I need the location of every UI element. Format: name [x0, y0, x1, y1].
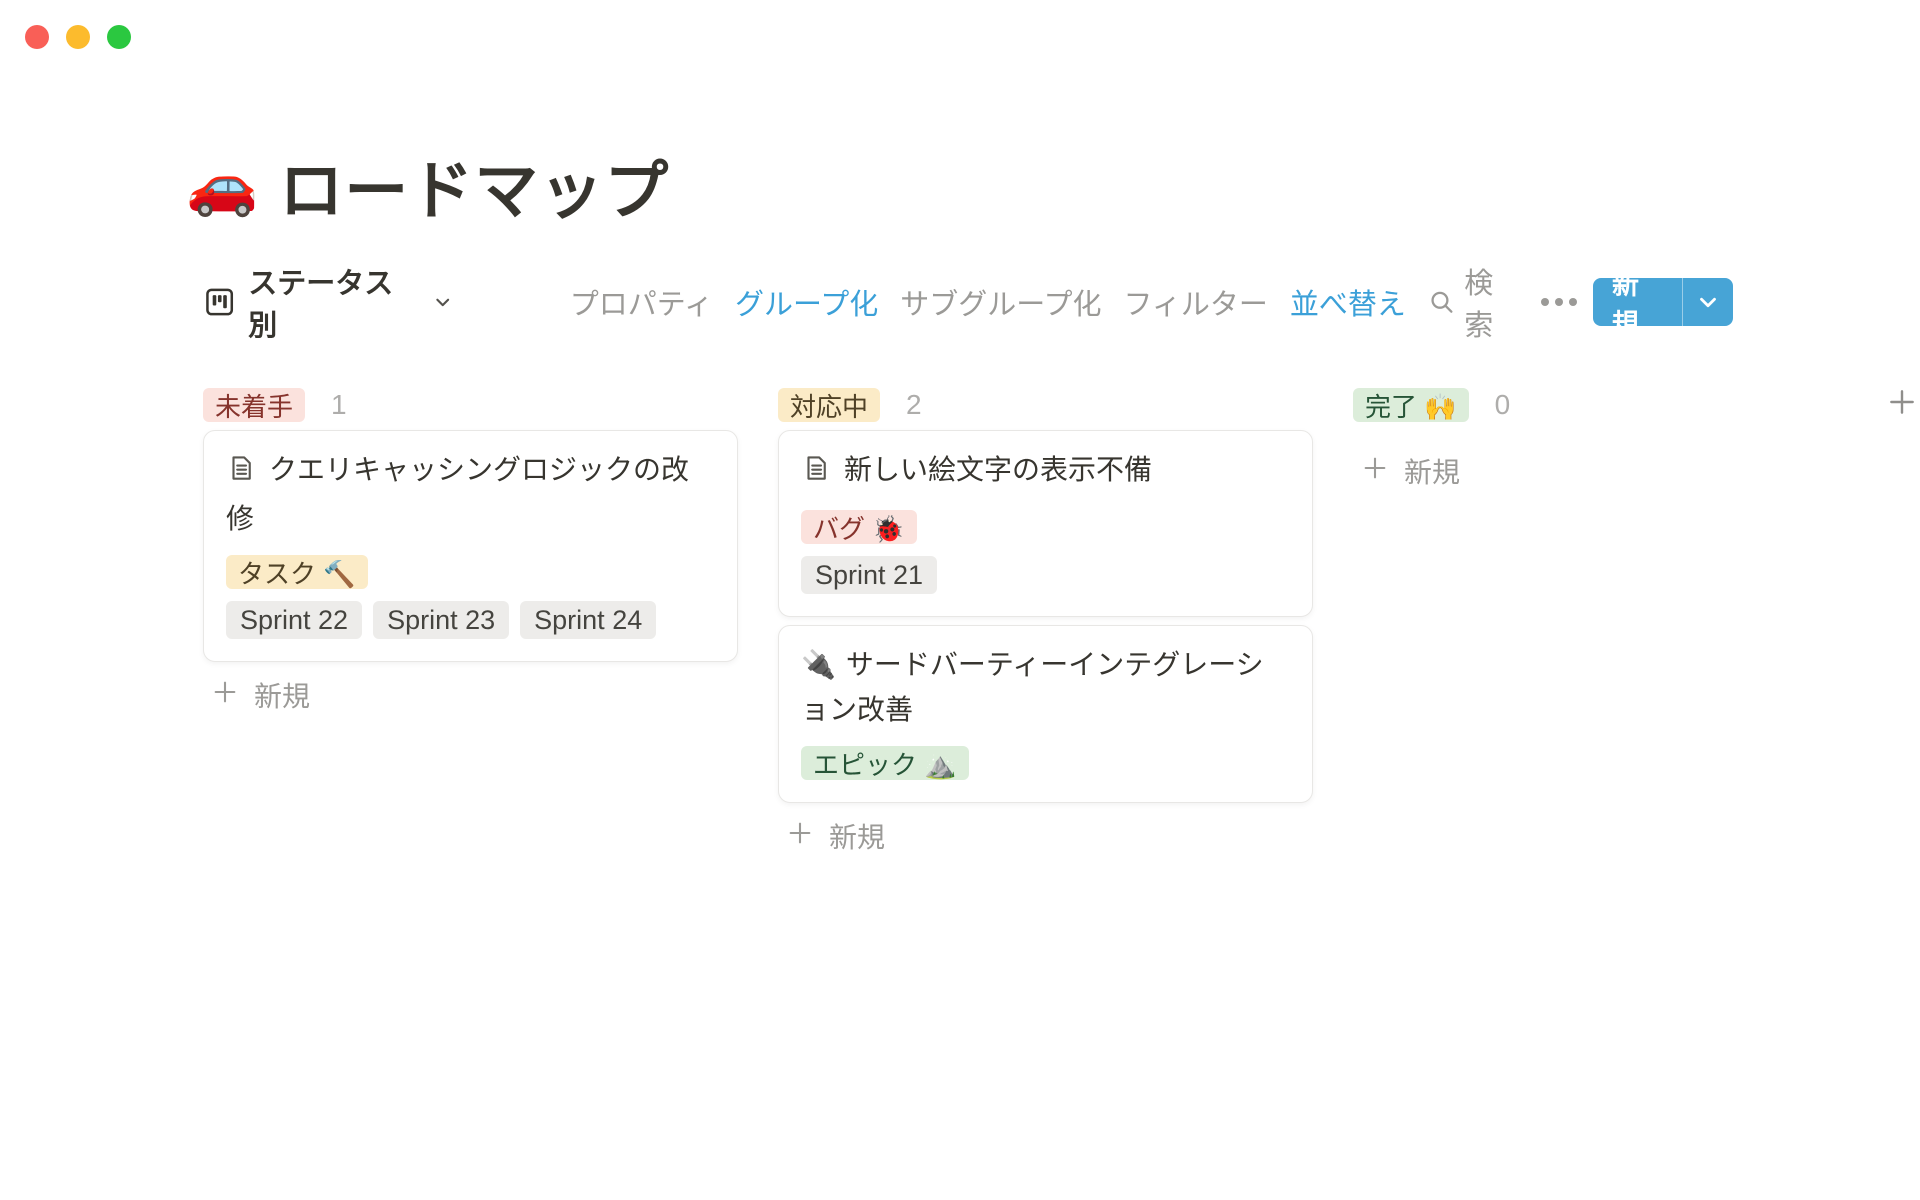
ellipsis-icon — [1541, 298, 1549, 306]
chevron-down-icon — [432, 291, 453, 313]
tag-badge: タスク 🔨 — [226, 555, 368, 589]
board-view-icon — [203, 285, 236, 319]
search-icon — [1428, 288, 1455, 316]
tag-badge: バグ 🐞 — [801, 510, 917, 544]
card-emoji-icon: 🔌 — [801, 649, 836, 680]
toolbar-menu: プロパティグループ化サブグループ化フィルター並べ替え — [570, 281, 1406, 323]
tag-badge: エピック ⛰️ — [801, 746, 969, 780]
page-title: 🚗 ロードマップ — [186, 140, 669, 232]
add-card-button-in-progress[interactable]: 新規 — [778, 815, 1313, 857]
sprint-chip: Sprint 22 — [226, 601, 362, 639]
sprint-chip: Sprint 23 — [373, 601, 509, 639]
view-switcher[interactable]: ステータス別 — [203, 260, 454, 344]
column-header-in-progress: 対応中 2 — [778, 388, 1313, 422]
search-button[interactable]: 検索 — [1428, 260, 1521, 344]
column-header-done: 完了 🙌 0 — [1353, 388, 1888, 422]
column-count: 1 — [331, 389, 347, 421]
view-name: ステータス別 — [248, 260, 418, 344]
board-column-done: 完了 🙌 0 新規 — [1353, 388, 1888, 857]
column-count: 2 — [906, 389, 922, 421]
plus-icon — [786, 819, 814, 854]
sprint-chip: Sprint 24 — [520, 601, 656, 639]
more-options-button[interactable] — [1541, 298, 1577, 306]
card-title: クエリキャッシングロジックの改修 — [226, 447, 715, 541]
plus-icon — [211, 678, 239, 713]
card-title: 新しい絵文字の表示不備 — [801, 447, 1290, 496]
zoom-button[interactable] — [107, 25, 131, 49]
column-count: 0 — [1495, 389, 1511, 421]
minimize-button[interactable] — [66, 25, 90, 49]
tag-row: バグ 🐞 — [801, 510, 1290, 544]
card[interactable]: クエリキャッシングロジックの改修タスク 🔨Sprint 22Sprint 23S… — [203, 430, 738, 662]
card-title: 🔌サードバーティーインテグレーション改善 — [801, 642, 1290, 732]
toolbar-item-group[interactable]: グループ化 — [735, 281, 878, 323]
chevron-down-icon — [1695, 289, 1721, 315]
add-card-label: 新規 — [1404, 451, 1460, 491]
add-card-button-done[interactable]: 新規 — [1353, 450, 1888, 492]
page-icon — [801, 451, 831, 496]
plus-icon — [1361, 454, 1389, 489]
tag-row: タスク 🔨 — [226, 555, 715, 589]
board-column-in-progress: 対応中 2 新しい絵文字の表示不備バグ 🐞 Sprint 21 🔌サードバーティーインテ… — [778, 388, 1313, 857]
kanban-board: 未着手1クエリキャッシングロジックの改修タスク 🔨Sprint 22Sprint… — [203, 388, 1888, 857]
plus-icon — [1886, 386, 1918, 418]
window-controls — [25, 25, 131, 49]
page-emoji-car-icon: 🚗 — [186, 152, 259, 220]
new-button-label[interactable]: 新規 — [1593, 278, 1682, 326]
add-card-label: 新規 — [254, 675, 310, 715]
status-badge[interactable]: 完了 🙌 — [1353, 388, 1469, 422]
card[interactable]: 🔌サードバーティーインテグレーション改善エピック ⛰️ — [778, 625, 1313, 803]
sprint-row: Sprint 22 Sprint 23 Sprint 24 — [226, 601, 715, 639]
toolbar-item-sort[interactable]: 並べ替え — [1290, 281, 1406, 323]
add-group-button[interactable] — [1884, 384, 1920, 420]
add-card-button-not-started[interactable]: 新規 — [203, 674, 738, 716]
close-button[interactable] — [25, 25, 49, 49]
view-toolbar: ステータス別 プロパティグループ化サブグループ化フィルター並べ替え 検索 新規 — [203, 278, 1733, 326]
toolbar-item-filter[interactable]: フィルター — [1124, 281, 1268, 323]
new-button[interactable]: 新規 — [1593, 278, 1733, 326]
column-header-not-started: 未着手 1 — [203, 388, 738, 422]
card[interactable]: 新しい絵文字の表示不備バグ 🐞 Sprint 21 — [778, 430, 1313, 617]
status-badge[interactable]: 未着手 — [203, 388, 305, 422]
new-button-dropdown[interactable] — [1683, 278, 1733, 326]
status-badge[interactable]: 対応中 — [778, 388, 880, 422]
search-label: 検索 — [1464, 260, 1521, 344]
sprint-chip: Sprint 21 — [801, 556, 937, 594]
tag-row: エピック ⛰️ — [801, 746, 1290, 780]
toolbar-item-subgroup[interactable]: サブグループ化 — [900, 281, 1101, 323]
page-icon — [226, 451, 256, 496]
page-title-text: ロードマップ — [279, 140, 669, 232]
toolbar-item-properties[interactable]: プロパティ — [570, 281, 713, 323]
board-column-not-started: 未着手1クエリキャッシングロジックの改修タスク 🔨Sprint 22Sprint… — [203, 388, 738, 857]
add-card-label: 新規 — [829, 816, 885, 856]
sprint-row: Sprint 21 — [801, 556, 1290, 594]
